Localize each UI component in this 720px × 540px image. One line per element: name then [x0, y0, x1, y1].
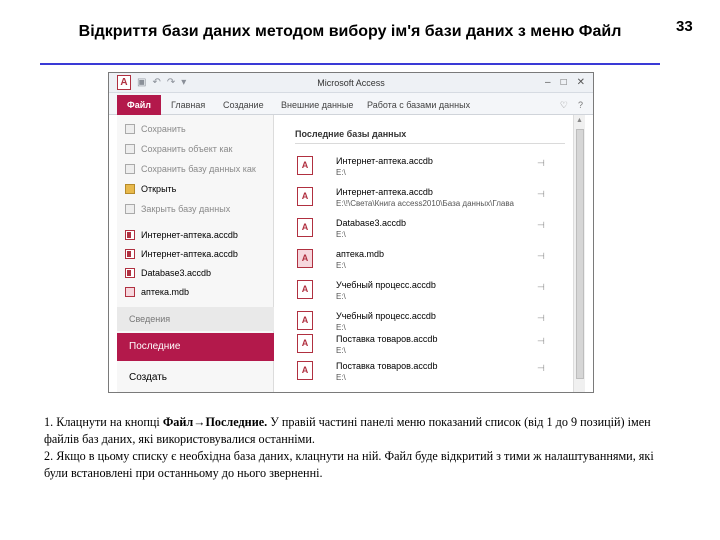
- window-title: Microsoft Access: [317, 78, 385, 88]
- window-controls: – □ ✕: [545, 73, 585, 93]
- step-1-text: 1. Клацнути на кнопці: [44, 415, 163, 429]
- access-file-icon: [125, 248, 135, 259]
- maximize-icon[interactable]: □: [561, 73, 567, 93]
- pin-icon[interactable]: ⊣: [537, 363, 545, 374]
- recent-database-item[interactable]: A Поставка товаров.accdb E:\ ⊣: [297, 360, 567, 391]
- database-name: аптека.mdb: [336, 249, 385, 259]
- save-database-icon: [125, 163, 135, 174]
- pin-icon[interactable]: ⊣: [537, 282, 545, 293]
- access-file-icon: [125, 267, 135, 278]
- tab-file[interactable]: Файл: [117, 95, 161, 115]
- step-1-command: Файл→Последние.: [162, 415, 268, 429]
- menu-save-database-as[interactable]: Сохранить базу данных как: [117, 159, 274, 178]
- tab-database-tools[interactable]: Работа с базами данных: [367, 95, 470, 115]
- instruction-step-2: 2. Якщо в цьому списку є необхідна база …: [44, 449, 654, 480]
- access-file-icon: A: [297, 311, 313, 330]
- database-name: Учебный процесс.accdb: [336, 280, 436, 290]
- save-icon: [125, 123, 135, 134]
- database-path: E:\!\Света\Книга access2010\База данных\…: [336, 199, 514, 208]
- minimize-icon[interactable]: –: [545, 73, 551, 93]
- database-path: E:\: [336, 292, 346, 301]
- scroll-up-icon[interactable]: ▲: [576, 117, 583, 124]
- menu-item-label: Закрыть базу данных: [141, 203, 231, 214]
- pin-icon[interactable]: ⊣: [537, 313, 545, 324]
- backstage-recent-file[interactable]: Интернет-аптека.accdb: [117, 225, 274, 244]
- close-database-icon: [125, 203, 135, 214]
- tab-home[interactable]: Главная: [171, 95, 205, 115]
- tab-external-data[interactable]: Внешние данные: [281, 95, 353, 115]
- menu-item-label: Сохранить: [141, 123, 186, 134]
- database-name: Учебный процесс.accdb: [336, 311, 436, 321]
- backstage-menu: Сохранить Сохранить объект как Сохранить…: [117, 115, 282, 392]
- title-underline: [40, 63, 660, 65]
- pin-icon[interactable]: ⊣: [537, 189, 545, 200]
- recent-list-scrollbar[interactable]: ▲: [573, 115, 585, 392]
- recent-file-label: аптека.mdb: [141, 286, 190, 297]
- open-folder-icon: [125, 183, 135, 194]
- menu-save[interactable]: Сохранить: [117, 119, 274, 138]
- scroll-thumb[interactable]: [576, 129, 584, 379]
- menu-close-database[interactable]: Закрыть базу данных: [117, 199, 274, 218]
- menu-create[interactable]: Создать: [117, 367, 274, 389]
- database-path: E:\: [336, 168, 346, 177]
- menu-save-object-as[interactable]: Сохранить объект как: [117, 139, 274, 158]
- tab-create[interactable]: Создание: [223, 95, 264, 115]
- menu-item-label: Открыть: [141, 183, 177, 194]
- pin-icon[interactable]: ⊣: [537, 158, 545, 169]
- recent-file-label: Интернет-аптека.accdb: [141, 248, 238, 259]
- database-name: Интернет-аптека.accdb: [336, 187, 433, 197]
- database-name: Поставка товаров.accdb: [336, 361, 438, 371]
- database-path: E:\: [336, 373, 346, 382]
- pin-icon[interactable]: ⊣: [537, 336, 545, 347]
- menu-open[interactable]: Открыть: [117, 179, 274, 198]
- recent-database-item[interactable]: A Учебный процесс.accdb E:\ ⊣: [297, 279, 567, 310]
- access-file-icon: A: [297, 361, 313, 380]
- recent-database-item[interactable]: A аптека.mdb E:\ ⊣: [297, 248, 567, 279]
- database-path: E:\: [336, 323, 346, 332]
- close-icon[interactable]: ✕: [577, 73, 585, 93]
- recent-file-label: Интернет-аптека.accdb: [141, 229, 238, 240]
- menu-info[interactable]: Сведения: [117, 307, 274, 331]
- access-mdb-file-icon: A: [297, 249, 313, 268]
- pin-icon[interactable]: ⊣: [537, 220, 545, 231]
- menu-item-label: Сохранить базу данных как: [141, 163, 256, 174]
- database-name: Database3.accdb: [336, 218, 407, 228]
- access-file-icon: A: [297, 280, 313, 299]
- instruction-step-1: 1. Клацнути на кнопці Файл→Последние. У …: [44, 414, 674, 448]
- access-screenshot: A ▣ ↶ ↷ ▾ Microsoft Access – □ ✕ Файл Гл…: [108, 72, 594, 393]
- window-titlebar: A ▣ ↶ ↷ ▾ Microsoft Access – □ ✕: [109, 73, 593, 93]
- access-file-icon: A: [297, 156, 313, 175]
- help-icon[interactable]: ?: [578, 95, 583, 115]
- ribbon-tabs: Файл Главная Создание Внешние данные Раб…: [109, 93, 593, 115]
- save-object-icon: [125, 143, 135, 154]
- database-path: E:\: [336, 261, 346, 270]
- ribbon-minimize-icon[interactable]: ♡: [560, 95, 568, 115]
- recent-file-label: Database3.accdb: [141, 267, 212, 278]
- access-file-icon: A: [297, 334, 313, 353]
- pin-icon[interactable]: ⊣: [537, 251, 545, 262]
- recent-database-item[interactable]: A Database3.accdb E:\ ⊣: [297, 217, 567, 248]
- access-mdb-file-icon: [125, 286, 135, 297]
- ribbon-help-controls: ♡ ?: [560, 95, 583, 115]
- recent-database-item[interactable]: A Интернет-аптека.accdb E:\!\Света\Книга…: [297, 186, 567, 217]
- menu-item-label: Сохранить объект как: [141, 143, 233, 154]
- recent-database-item[interactable]: A Интернет-аптека.accdb E:\ ⊣: [297, 155, 567, 186]
- access-file-icon: A: [297, 218, 313, 237]
- access-file-icon: [125, 229, 135, 240]
- menu-recent-active[interactable]: Последние: [117, 333, 282, 361]
- database-path: E:\: [336, 346, 346, 355]
- database-name: Поставка товаров.accdb: [336, 334, 438, 344]
- recent-header-divider: [295, 143, 565, 144]
- backstage-recent-file[interactable]: аптека.mdb: [117, 282, 274, 301]
- database-path: E:\: [336, 230, 346, 239]
- backstage-recent-file[interactable]: Database3.accdb: [117, 263, 274, 282]
- access-file-icon: A: [297, 187, 313, 206]
- database-name: Интернет-аптека.accdb: [336, 156, 433, 166]
- recent-databases-header: Последние базы данных: [295, 129, 407, 139]
- instructions-text: 1. Клацнути на кнопці Файл→Последние. У …: [44, 414, 674, 482]
- backstage-recent-file[interactable]: Интернет-аптека.accdb: [117, 244, 274, 263]
- slide-title: Відкриття бази даних методом вибору ім'я…: [78, 23, 622, 40]
- page-number: 33: [676, 18, 693, 35]
